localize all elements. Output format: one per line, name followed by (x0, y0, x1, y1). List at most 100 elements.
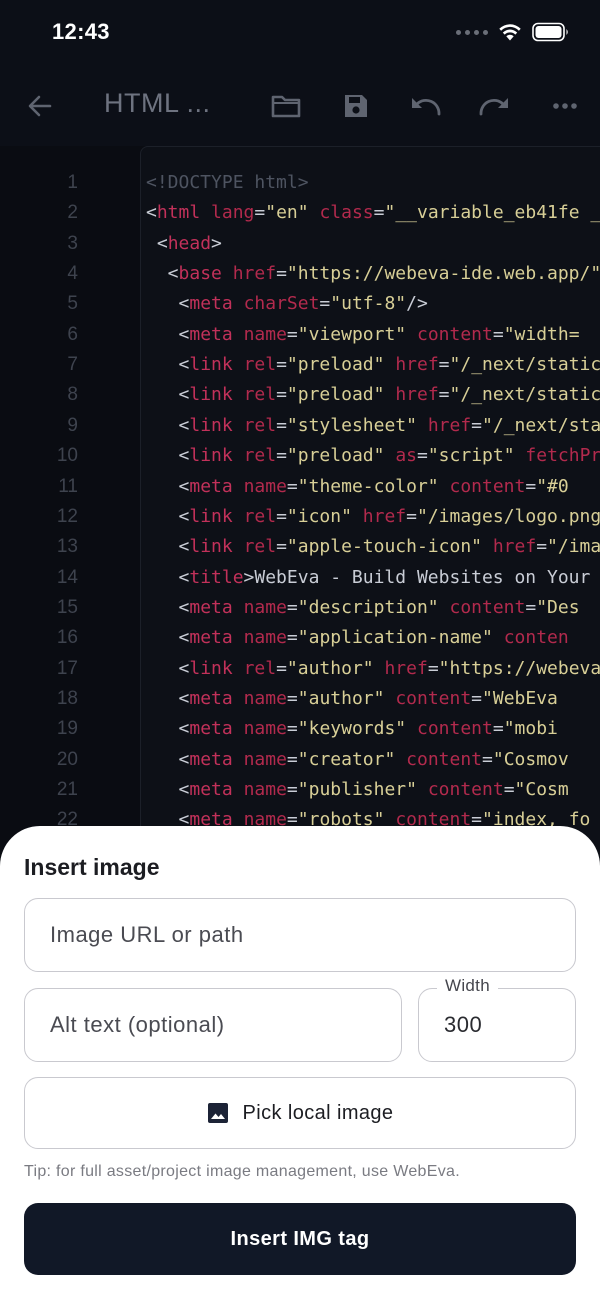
code-token: < (146, 657, 190, 679)
line-number: 4 (67, 263, 78, 285)
code-token: meta (189, 323, 233, 345)
code-token: content (406, 748, 483, 770)
code-editor[interactable]: 1 <!DOCTYPE html> 2 <html lang="en" class="… (0, 146, 600, 866)
code-token: < (146, 384, 190, 406)
code-token: "creator" (297, 748, 396, 770)
code-token: as (395, 445, 417, 467)
code-token: > (211, 232, 222, 254)
more-options-button[interactable] (545, 86, 585, 126)
code-token: "application-name" (297, 627, 493, 649)
redo-button[interactable] (475, 86, 515, 126)
code-token: "icon" (286, 505, 352, 527)
code-token: link (189, 384, 233, 406)
code-token: = (406, 505, 417, 527)
code-text: <meta name="creator" content="Cosmov (146, 745, 569, 775)
code-token: = (276, 384, 287, 406)
open-folder-button[interactable] (266, 86, 306, 126)
code-token: meta (189, 687, 233, 709)
code-token: < (146, 293, 190, 315)
code-token: "viewport" (297, 323, 407, 345)
code-token: rel (243, 384, 277, 406)
line-number: 15 (56, 596, 78, 618)
code-token: = (276, 536, 287, 558)
back-arrow-icon (28, 95, 52, 117)
line-number: 8 (67, 384, 78, 406)
code-token: name (243, 475, 287, 497)
code-token: < (146, 232, 168, 254)
line-number: 18 (56, 687, 78, 709)
code-text: <meta name="keywords" content="mobi (146, 714, 558, 744)
line-number: 6 (67, 323, 78, 345)
code-token: href (232, 263, 277, 285)
code-token: "/_next/static/m (449, 384, 600, 406)
save-button[interactable] (336, 86, 376, 126)
code-token: < (146, 505, 190, 527)
code-token: link (189, 505, 233, 527)
code-token: rel (243, 414, 277, 436)
code-token: content (395, 687, 472, 709)
code-token: = (438, 384, 450, 406)
code-text: <title>WebEva - Build Websites on Your P (146, 563, 600, 593)
code-token: href (427, 414, 472, 436)
code-token: = (276, 263, 287, 285)
code-token: class (319, 202, 374, 224)
code-token: = (276, 354, 287, 376)
code-token: meta (189, 596, 233, 618)
width-field[interactable]: Width (418, 976, 576, 1062)
code-line: 6 <meta name="viewport" content="width= (0, 320, 600, 350)
code-token: = (286, 475, 298, 497)
code-line: 9 <link rel="stylesheet" href="/_next/st… (0, 411, 600, 441)
code-text: <link rel="preload" as="script" fetchPri… (146, 441, 600, 471)
code-token: "/imag (547, 536, 600, 558)
editor-toolbar: HTML ... (0, 66, 600, 146)
code-token: "stylesheet" (286, 414, 417, 436)
alt-text-field[interactable] (24, 988, 402, 1062)
code-token: < (146, 536, 190, 558)
code-token: = (536, 536, 548, 558)
undo-button[interactable] (405, 86, 445, 126)
redo-icon (479, 98, 508, 116)
save-icon (345, 95, 367, 117)
pick-local-image-button[interactable]: Pick local image (24, 1077, 576, 1149)
code-token: = (427, 657, 439, 679)
image-url-input[interactable] (25, 899, 575, 971)
width-input[interactable] (419, 989, 575, 1061)
code-token: < (146, 748, 190, 770)
code-token: < (146, 718, 190, 740)
code-token: = (286, 779, 298, 800)
code-token: "WebEva (482, 687, 558, 709)
status-bar: 12:43 (0, 0, 600, 66)
code-token: < (146, 596, 190, 618)
image-url-field[interactable] (24, 898, 576, 972)
code-token: = (286, 596, 298, 618)
code-token: content (427, 779, 504, 800)
signal-icon (456, 29, 488, 35)
code-token: < (146, 414, 190, 436)
insert-img-tag-button[interactable]: Insert IMG tag (24, 1203, 576, 1275)
code-line: 18 <meta name="author" content="WebEva (0, 684, 600, 714)
more-icon (553, 103, 577, 109)
code-token: link (189, 657, 233, 679)
pick-local-image-label: Pick local image (242, 1101, 394, 1124)
code-line: 17 <link rel="author" href="https://webe… (0, 654, 600, 684)
code-token: href (395, 354, 439, 376)
code-token: /> (406, 293, 428, 315)
code-token: meta (189, 718, 233, 740)
code-token: href (362, 505, 407, 527)
code-text: <link rel="author" href="https://webevaa (146, 654, 600, 684)
code-text: <link rel="icon" href="/images/logo.png" (146, 502, 600, 532)
back-button[interactable] (20, 86, 60, 126)
alt-text-input[interactable] (25, 989, 401, 1061)
code-text: <link rel="apple-touch-icon" href="/imag (146, 532, 600, 562)
code-token: lang (211, 202, 255, 224)
